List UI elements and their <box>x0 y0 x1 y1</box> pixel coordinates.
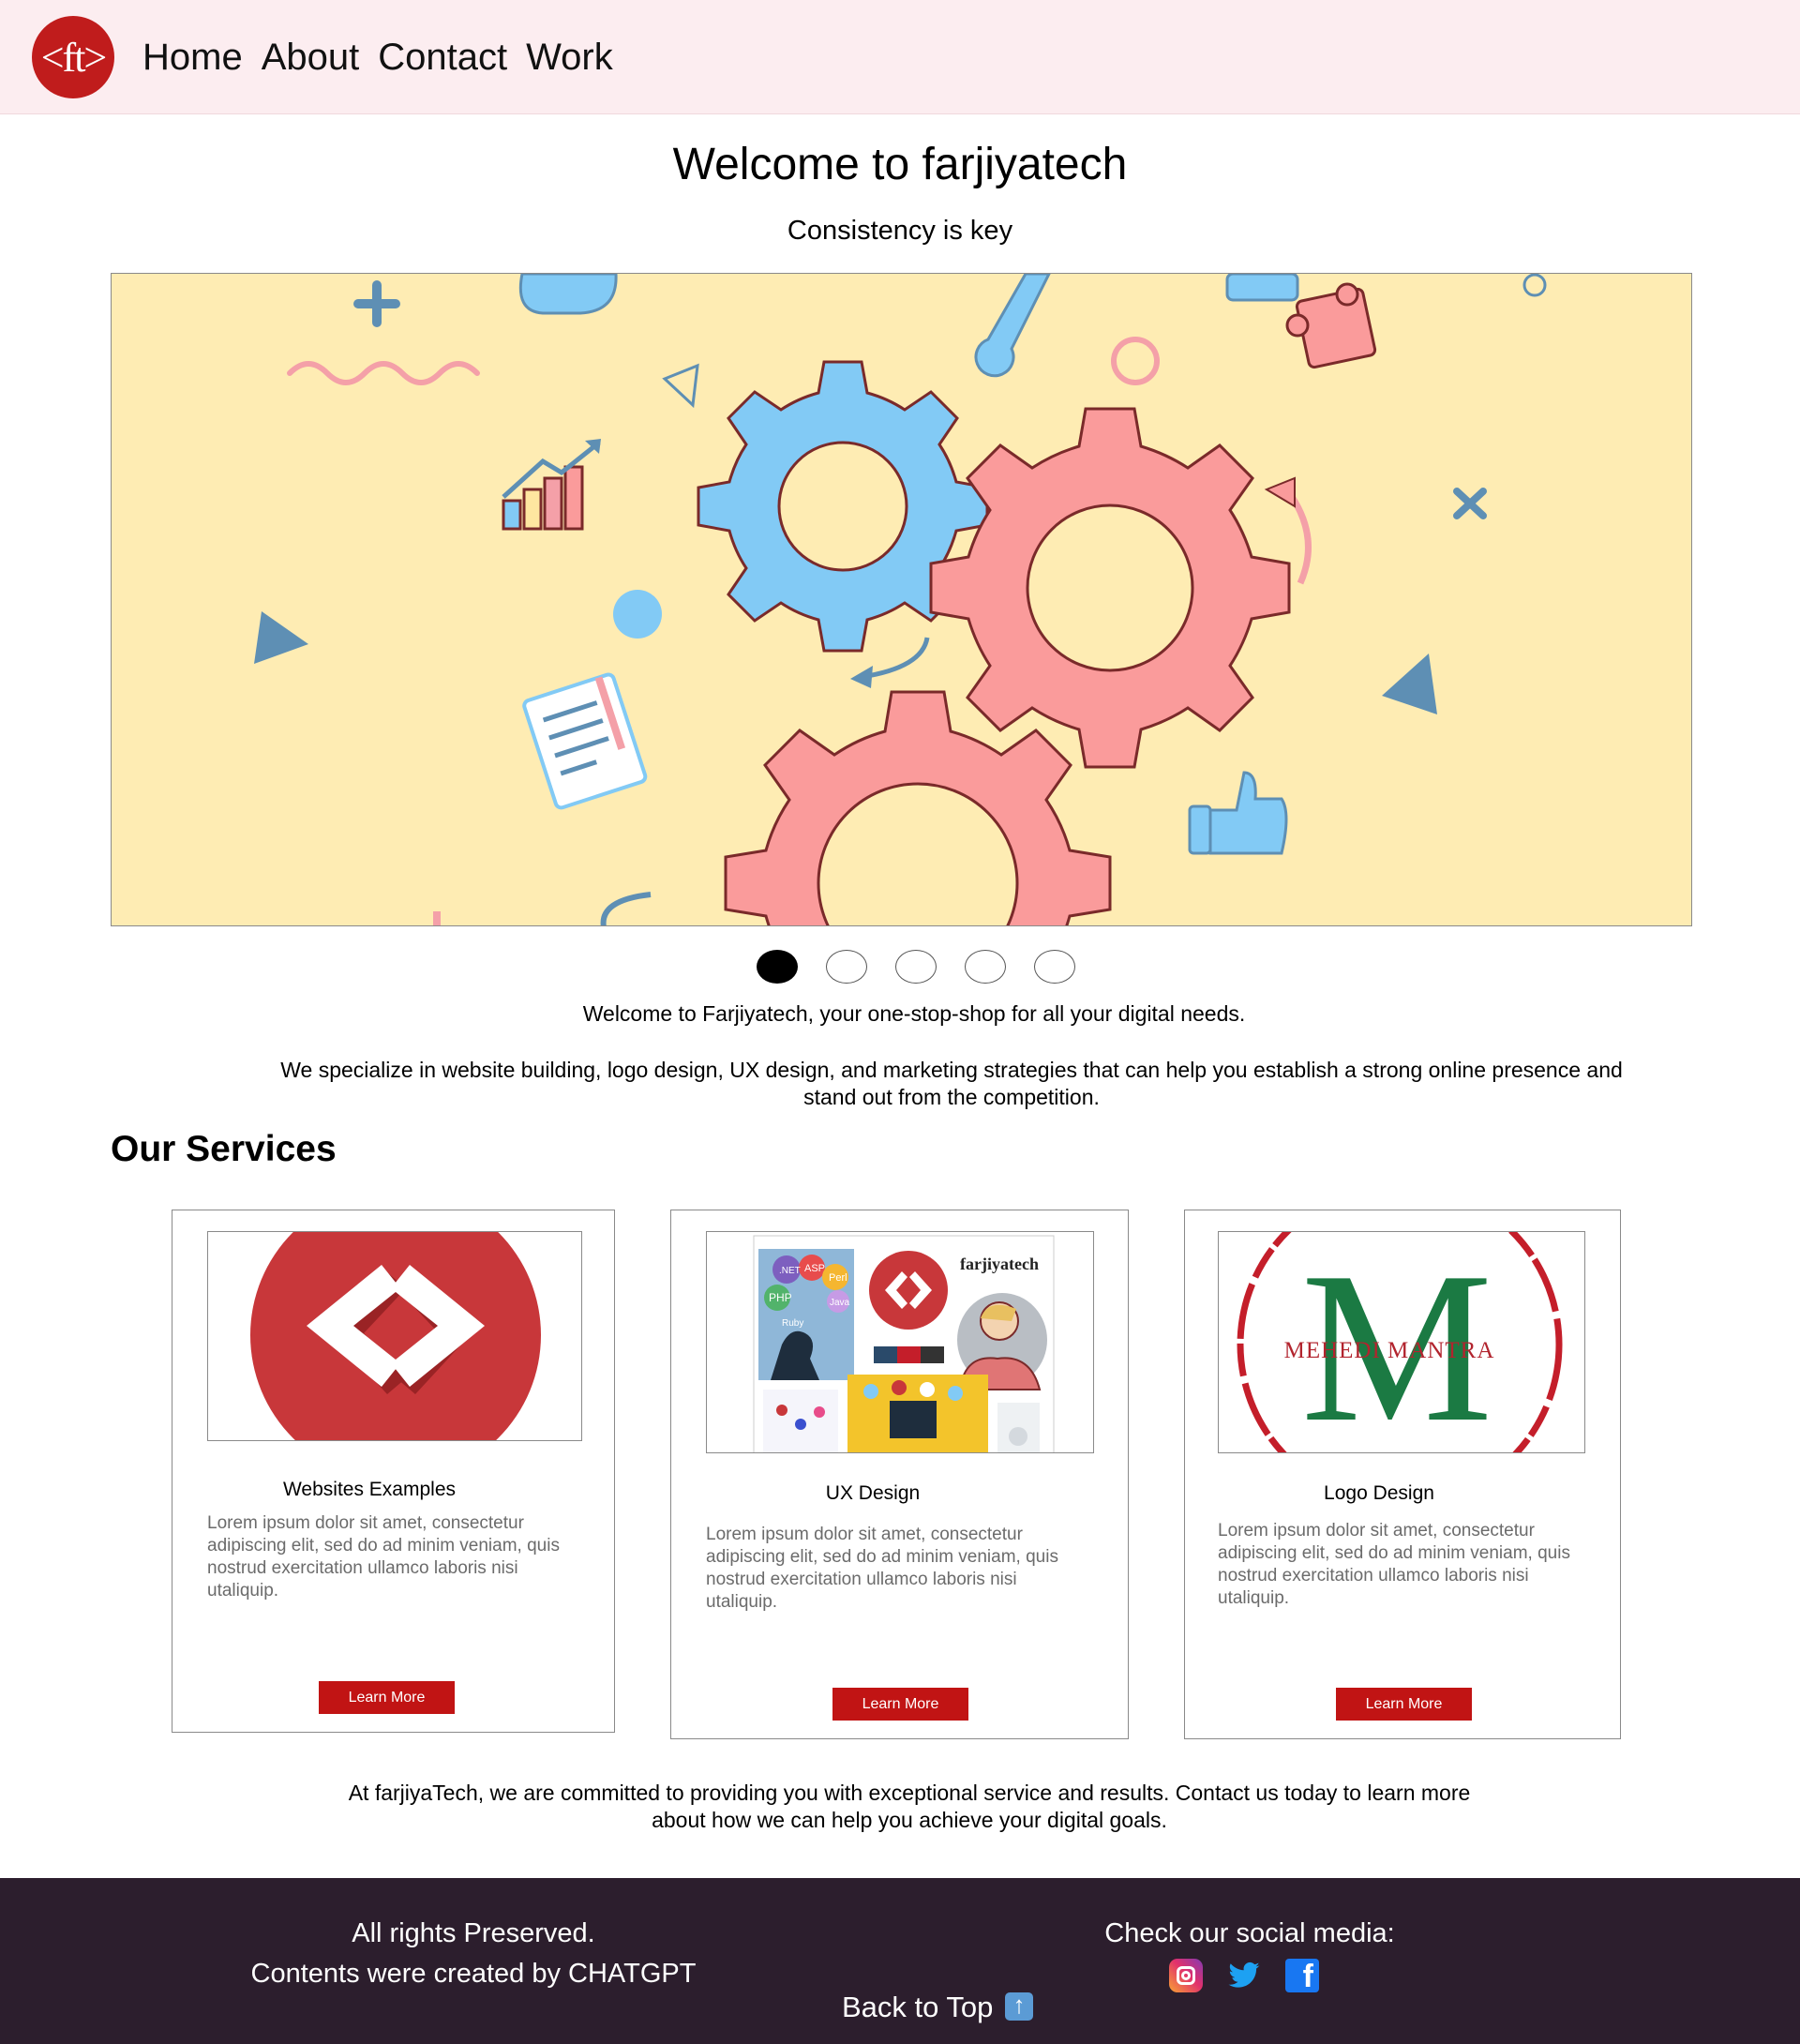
document-icon <box>522 672 648 810</box>
pink-gear-icon-bottom <box>724 690 1112 925</box>
websites-card-image <box>207 1231 582 1441</box>
carousel-indicators <box>0 950 1800 984</box>
footer-credits-text: Contents were created by CHATGPT <box>250 1959 697 1989</box>
curved-arrow-head <box>850 666 873 688</box>
pink-gear-icon-large <box>929 407 1291 769</box>
outline-triangle-decoration <box>662 363 699 409</box>
site-header: <ft> Home About Contact Work <box>0 0 1800 114</box>
footer-social-heading: Check our social media: <box>1104 1918 1395 1948</box>
carousel-dot-3[interactable] <box>894 950 937 984</box>
wrench-icon <box>974 274 1051 378</box>
nav-link-work[interactable]: Work <box>526 34 613 81</box>
closing-statement: At farjiyaTech, we are committed to prov… <box>348 1781 1471 1832</box>
logo-wordmark: MEHEDI MANTRA <box>1284 1338 1495 1363</box>
mehedi-mantra-logo-image: M MEHEDI MANTRA <box>1237 1232 1563 1452</box>
service-card-logo: M MEHEDI MANTRA Logo Design Lorem ipsum … <box>1184 1210 1621 1739</box>
triangle-decoration-right <box>1382 654 1437 714</box>
code-brackets-icon <box>250 1232 541 1440</box>
service-card-ux: .NET ASP Perl PHP Java Ruby farjiyatech <box>670 1210 1129 1739</box>
intro-text-1: Welcome to Farjiyatech, your one-stop-sh… <box>582 1001 1246 1026</box>
carousel-dot-2[interactable] <box>825 950 867 984</box>
puzzle-icon <box>1285 282 1377 369</box>
nav-link-contact[interactable]: Contact <box>378 34 507 81</box>
ux-tag-asp: ASP <box>804 1263 825 1274</box>
carousel-dot-5[interactable] <box>1033 950 1075 984</box>
pink-bar-decoration <box>433 911 441 925</box>
squiggle-decoration <box>287 361 480 385</box>
ux-collage-image: .NET ASP Perl PHP Java Ruby farjiyatech <box>753 1235 1055 1452</box>
ux-tag-php: PHP <box>769 1291 792 1304</box>
card-text-logo: Lorem ipsum dolor sit amet, consectetur … <box>1218 1521 1570 1608</box>
hero-title: Welcome to farjiyatech <box>672 140 1128 189</box>
nav-link-about[interactable]: About <box>262 34 360 81</box>
card-title-logo: Logo Design <box>1324 1482 1434 1504</box>
intro-text-2: We specialize in website building, logo … <box>280 1058 1623 1109</box>
ux-tag-perl: Perl <box>829 1272 848 1284</box>
footer-rights-text: All rights Preserved. <box>352 1918 595 1948</box>
brand-logo[interactable]: <ft> <box>32 16 114 98</box>
site-footer: All rights Preserved. Contents were crea… <box>0 1878 1800 2044</box>
carousel-dot-4[interactable] <box>964 950 1006 984</box>
blue-hook-decoration <box>600 892 652 925</box>
blue-card-decoration <box>1225 274 1299 302</box>
learn-more-button-websites[interactable]: Learn More <box>319 1681 455 1714</box>
back-to-top-label: Back to Top <box>841 1991 994 2023</box>
ux-tag-ruby: Ruby <box>782 1318 803 1329</box>
twitter-icon[interactable] <box>1227 1959 1261 1992</box>
hero-banner-image <box>111 273 1692 926</box>
thumbs-up-icon <box>1188 771 1288 855</box>
carousel-dot-1[interactable] <box>756 950 798 984</box>
facebook-icon[interactable] <box>1285 1959 1319 1995</box>
card-text-websites: Lorem ipsum dolor sit amet, consectetur … <box>207 1513 560 1601</box>
ux-image-brand: farjiyatech <box>960 1255 1039 1273</box>
learn-more-button-logo[interactable]: Learn More <box>1336 1688 1472 1721</box>
ux-card-image: .NET ASP Perl PHP Java Ruby farjiyatech <box>706 1231 1094 1453</box>
curved-arrow-head-right <box>1264 476 1296 508</box>
small-ring-decoration <box>1522 274 1547 297</box>
triangle-decoration-left <box>254 611 308 664</box>
card-title-ux: UX Design <box>825 1482 921 1504</box>
card-title-websites: Websites Examples <box>282 1479 457 1500</box>
card-text-ux: Lorem ipsum dolor sit amet, consectetur … <box>706 1525 1058 1612</box>
nav-link-home[interactable]: Home <box>142 34 243 81</box>
service-card-websites: Websites Examples Lorem ipsum dolor sit … <box>172 1210 615 1733</box>
ux-tag-java: Java <box>830 1298 850 1308</box>
logo-card-image: M MEHEDI MANTRA <box>1218 1231 1585 1453</box>
hero-subtitle: Consistency is key <box>787 216 1013 246</box>
social-links <box>1169 1959 1319 1995</box>
instagram-icon[interactable] <box>1169 1959 1203 1992</box>
services-heading: Our Services <box>111 1129 337 1169</box>
growth-chart-icon <box>502 439 601 531</box>
x-decoration <box>1453 488 1487 519</box>
main-nav: Home About Contact Work <box>142 34 613 81</box>
blue-dot-decoration <box>613 590 662 639</box>
speech-bubble-decoration <box>518 274 618 315</box>
ux-tag-net: .NET <box>779 1266 801 1276</box>
gears-illustration <box>254 274 1547 925</box>
plus-decoration <box>353 280 400 327</box>
learn-more-button-ux[interactable]: Learn More <box>832 1688 968 1721</box>
ring-decoration <box>1111 337 1160 385</box>
back-to-top-link[interactable]: Back to Top <box>712 1991 1162 2024</box>
up-arrow-icon <box>1005 1991 1034 2021</box>
